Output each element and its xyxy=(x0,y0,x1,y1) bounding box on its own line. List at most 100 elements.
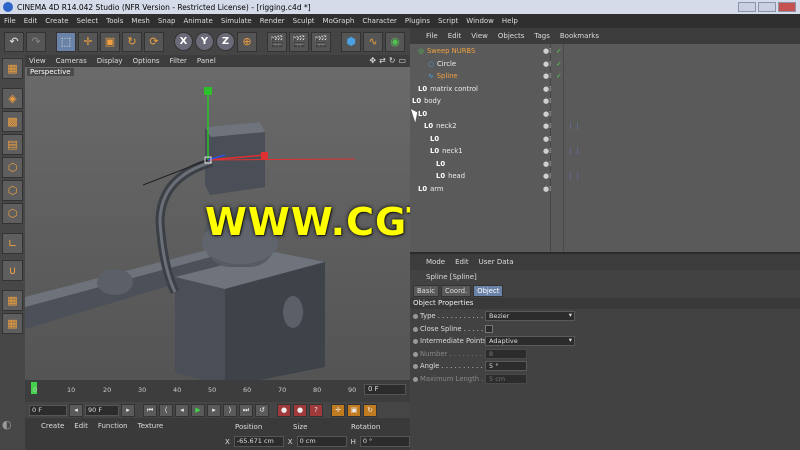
y-axis-lock[interactable]: Y xyxy=(195,32,214,51)
object-row[interactable]: L0 ●⁞ xyxy=(410,109,800,122)
maximize-view-icon[interactable]: ▭ xyxy=(398,56,406,65)
edges-mode-icon[interactable]: ⬡ xyxy=(2,180,23,201)
visibility-dots-icon[interactable]: ●⁞ xyxy=(543,172,551,180)
menu-mesh[interactable]: Mesh xyxy=(131,17,149,25)
rotation-h-field[interactable]: 0 ° xyxy=(359,436,410,447)
render-picture-viewer-icon[interactable]: 🎬 xyxy=(289,31,309,52)
object-row[interactable]: L0 neck1 ●⁞ ⋮⋮ xyxy=(410,146,800,159)
material-menu-function[interactable]: Function xyxy=(98,422,128,450)
animate-bullet-icon[interactable] xyxy=(413,326,418,332)
visibility-dots-icon[interactable]: ●⁞ xyxy=(543,60,551,68)
object-row[interactable]: L0 ●⁞ xyxy=(410,159,800,172)
coordinate-system-icon[interactable]: ⊕ xyxy=(237,31,257,52)
visibility-dots-icon[interactable]: ●⁞ xyxy=(543,72,551,80)
size-x-field[interactable]: 0 cm xyxy=(296,436,347,447)
workplane-icon[interactable]: ▦ xyxy=(2,290,23,311)
points-mode-icon[interactable]: ⬡ xyxy=(2,157,23,178)
visibility-dots-icon[interactable]: ●⁞ xyxy=(543,110,551,118)
animate-bullet-icon[interactable] xyxy=(413,364,418,369)
close-button[interactable] xyxy=(778,2,796,12)
visibility-dots-icon[interactable]: ●⁞ xyxy=(543,85,551,93)
enabled-check-icon[interactable]: ✓ xyxy=(556,47,562,55)
menu-create[interactable]: Create xyxy=(45,17,68,25)
next-frame-icon[interactable]: ▸ xyxy=(207,403,221,417)
goto-start-icon[interactable]: ⏮ xyxy=(143,403,157,417)
cube-icon[interactable]: ⬢ xyxy=(341,31,361,52)
menu-edit[interactable]: Edit xyxy=(24,17,38,25)
menu-select[interactable]: Select xyxy=(77,17,99,25)
maximize-button[interactable] xyxy=(758,2,776,12)
property-dropdown[interactable]: Bezier xyxy=(485,311,575,321)
z-axis-lock[interactable]: Z xyxy=(216,32,235,51)
step-down-icon[interactable]: ◂ xyxy=(69,403,83,417)
menu-file[interactable]: File xyxy=(4,17,16,25)
move-icon[interactable]: ✛ xyxy=(78,31,98,52)
am-menu-userdata[interactable]: User Data xyxy=(479,258,514,266)
menu-snap[interactable]: Snap xyxy=(158,17,176,25)
workplane-mode-icon[interactable]: ▤ xyxy=(2,134,23,155)
am-menu-edit[interactable]: Edit xyxy=(455,258,469,266)
key-scale-icon[interactable]: ▣ xyxy=(347,403,361,417)
object-row[interactable]: ◎ Sweep NURBS ●⁞ ✓ xyxy=(410,46,800,59)
menu-sculpt[interactable]: Sculpt xyxy=(293,17,315,25)
keyframe-selection-icon[interactable]: ? xyxy=(309,403,323,417)
menu-simulate[interactable]: Simulate xyxy=(221,17,252,25)
scale-icon[interactable]: ▣ xyxy=(100,31,120,52)
lock-workplane-icon[interactable]: ▦ xyxy=(2,313,23,334)
visibility-dots-icon[interactable]: ●⁞ xyxy=(543,122,551,130)
enabled-check-icon[interactable]: ✓ xyxy=(556,72,562,80)
pan-icon[interactable]: ✥ xyxy=(369,56,376,65)
undo-icon[interactable]: ↶ xyxy=(4,31,24,52)
rotate-icon[interactable]: ↻ xyxy=(122,31,142,52)
x-axis-lock[interactable]: X xyxy=(174,32,193,51)
menu-render[interactable]: Render xyxy=(260,17,285,25)
visibility-dots-icon[interactable]: ●⁞ xyxy=(543,160,551,168)
animate-bullet-icon[interactable] xyxy=(413,351,418,357)
constraint-tag-icon[interactable]: ⋮⋮ xyxy=(567,172,581,180)
viewport-menu-view[interactable]: View xyxy=(29,57,46,65)
nurbs-icon[interactable]: ◉ xyxy=(385,31,405,52)
om-menu-objects[interactable]: Objects xyxy=(498,32,524,40)
model-mode-icon[interactable]: ▦ xyxy=(2,58,23,79)
object-row[interactable]: L0 matrix control ●⁞ xyxy=(410,84,800,97)
property-field[interactable]: 8 xyxy=(485,348,527,359)
object-row[interactable]: L0 head ●⁞ ⋮⋮ xyxy=(410,171,800,184)
menu-script[interactable]: Script xyxy=(438,17,458,25)
loop-icon[interactable]: ↺ xyxy=(255,403,269,417)
menu-mograph[interactable]: MoGraph xyxy=(323,17,355,25)
start-frame-field[interactable]: 0 F xyxy=(29,404,67,416)
menu-help[interactable]: Help xyxy=(502,17,518,25)
prev-frame-icon[interactable]: ◂ xyxy=(175,403,189,417)
tab-object[interactable]: Object xyxy=(473,285,504,297)
object-row[interactable]: L0 body ●⁞ xyxy=(410,96,800,109)
viewport-menu-options[interactable]: Options xyxy=(133,57,160,65)
end-frame-field[interactable]: 90 F xyxy=(85,404,119,416)
play-icon[interactable]: ▶ xyxy=(191,403,205,417)
property-field[interactable]: 5 ° xyxy=(485,361,527,371)
record-position-icon[interactable]: ● xyxy=(277,403,291,417)
menu-animate[interactable]: Animate xyxy=(183,17,212,25)
menu-character[interactable]: Character xyxy=(362,17,397,25)
viewport-menu-filter[interactable]: Filter xyxy=(170,57,187,65)
object-mode-icon[interactable]: ◈ xyxy=(2,88,23,109)
om-menu-file[interactable]: File xyxy=(426,32,438,40)
viewport-menu-panel[interactable]: Panel xyxy=(197,57,216,65)
enabled-check-icon[interactable]: ✓ xyxy=(556,60,562,68)
menu-window[interactable]: Window xyxy=(466,17,494,25)
texture-mode-icon[interactable]: ▩ xyxy=(2,111,23,132)
polygons-mode-icon[interactable]: ⬡ xyxy=(2,203,23,224)
recent-tool-icon[interactable]: ⟳ xyxy=(144,31,164,52)
material-menu-texture[interactable]: Texture xyxy=(138,422,164,450)
object-row[interactable]: L0 ●⁞ xyxy=(410,134,800,147)
object-row[interactable]: ○ Circle ●⁞ ✓ xyxy=(410,59,800,72)
am-menu-mode[interactable]: Mode xyxy=(426,258,445,266)
material-menu-edit[interactable]: Edit xyxy=(74,422,88,450)
zoom-icon[interactable]: ⇄ xyxy=(379,56,386,65)
om-menu-view[interactable]: View xyxy=(471,32,488,40)
redo-icon[interactable]: ↷ xyxy=(26,31,46,52)
menu-tools[interactable]: Tools xyxy=(106,17,123,25)
viewport-menu-display[interactable]: Display xyxy=(97,57,123,65)
timeline[interactable]: 0 10 20 30 40 50 60 70 80 90 0 F xyxy=(25,380,410,402)
current-frame-field[interactable]: 0 F xyxy=(364,384,406,395)
key-rotation-icon[interactable]: ↻ xyxy=(363,403,377,417)
